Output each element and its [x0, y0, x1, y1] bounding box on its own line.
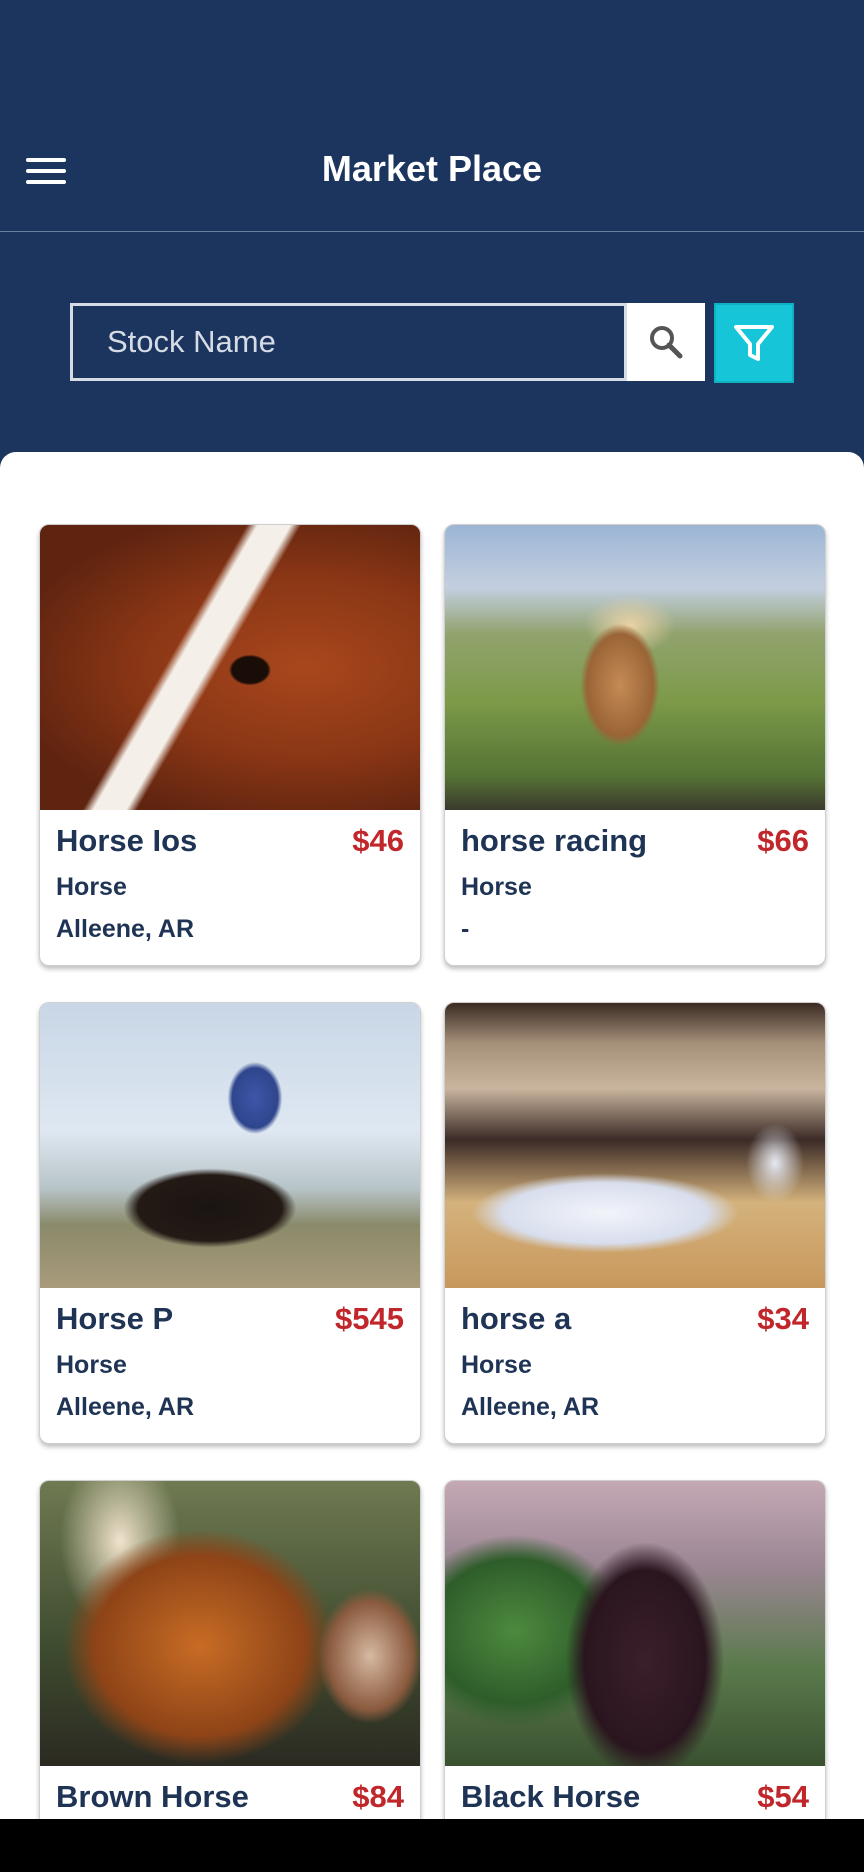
search-button[interactable]	[627, 303, 705, 381]
listing-location: -	[461, 915, 470, 943]
filter-button[interactable]	[714, 303, 794, 383]
listing-photo	[40, 525, 420, 810]
listing-name: horse a	[461, 1301, 572, 1336]
listing-price: $46	[352, 823, 404, 858]
listing-name: Horse P	[56, 1301, 174, 1336]
listing-card[interactable]: horse a $34 Horse Alleene, AR	[444, 1002, 826, 1444]
listing-card[interactable]: horse racing $66 Horse -	[444, 524, 826, 966]
listing-location: Alleene, AR	[56, 1393, 195, 1421]
listing-photo	[40, 1481, 420, 1766]
search-input[interactable]	[70, 303, 627, 381]
listing-name: Horse Ios	[56, 823, 198, 858]
listing-card[interactable]: Black Horse $54	[444, 1480, 826, 1872]
listing-card[interactable]: Horse P $545 Horse Alleene, AR	[39, 1002, 421, 1444]
listing-type: Horse	[461, 873, 532, 901]
listing-location: Alleene, AR	[56, 915, 195, 943]
listing-card[interactable]: Brown Horse $84	[39, 1480, 421, 1872]
header-divider	[0, 231, 864, 232]
system-navigation-bar	[0, 1819, 864, 1872]
listing-name: Black Horse	[461, 1779, 641, 1814]
listing-photo	[40, 1003, 420, 1288]
listing-photo	[445, 1481, 825, 1766]
listing-location: Alleene, AR	[461, 1393, 600, 1421]
listing-price: $34	[757, 1301, 809, 1336]
listing-name: horse racing	[461, 823, 648, 858]
listing-grid: Horse Ios $46 Horse Alleene, AR horse ra…	[0, 452, 864, 1872]
listing-price: $84	[352, 1779, 404, 1814]
listing-type: Horse	[56, 873, 127, 901]
listing-price: $66	[757, 823, 809, 858]
page-title: Market Place	[321, 148, 543, 189]
filter-icon	[734, 325, 774, 361]
app-header: Market Place	[0, 0, 864, 232]
listing-card[interactable]: Horse Ios $46 Horse Alleene, AR	[39, 524, 421, 966]
listing-photo	[445, 525, 825, 810]
listing-name: Brown Horse	[56, 1779, 249, 1814]
listing-price: $54	[757, 1779, 809, 1814]
listing-photo	[445, 1003, 825, 1288]
listing-type: Horse	[56, 1351, 127, 1379]
search-icon	[650, 326, 683, 359]
listing-type: Horse	[461, 1351, 532, 1379]
listing-price: $545	[335, 1301, 404, 1336]
